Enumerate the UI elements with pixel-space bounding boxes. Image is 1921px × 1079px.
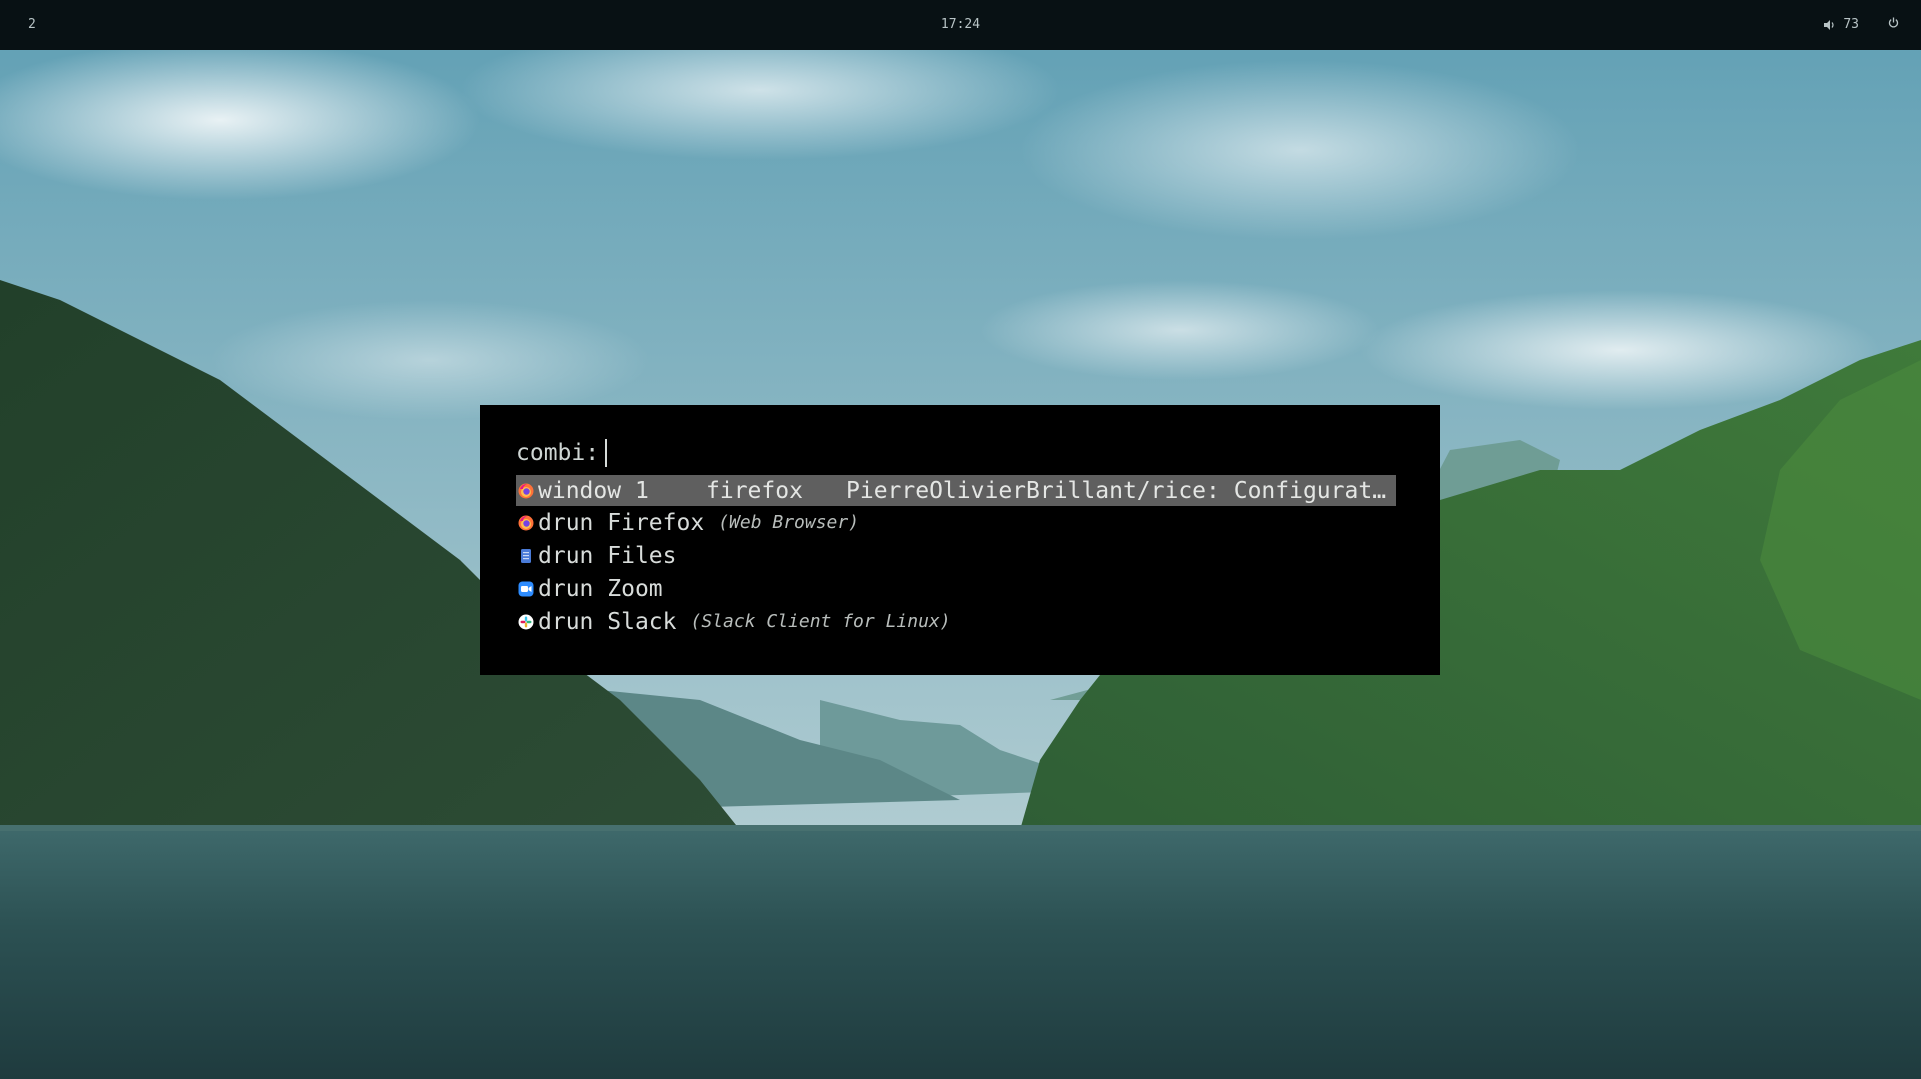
- entry-mode: drun: [538, 575, 594, 602]
- zoom-icon: [518, 581, 534, 596]
- speaker-icon: [1824, 19, 1835, 30]
- entry-mode: drun: [538, 509, 594, 536]
- entry-name: Files: [607, 542, 677, 569]
- list-item[interactable]: drun Firefox (Web Browser): [516, 506, 1396, 539]
- files-icon: [521, 548, 531, 563]
- list-item[interactable]: drun Zoom: [516, 572, 1396, 605]
- search-input[interactable]: [613, 438, 914, 468]
- firefox-icon: [518, 483, 534, 498]
- firefox-icon: [518, 515, 534, 530]
- entry-title: PierreOlivierBrillant/rice: Configurat…: [846, 477, 1387, 504]
- top-bar: 2 17:24 73: [0, 0, 1921, 50]
- entry-comment: (Slack Client for Linux): [690, 611, 951, 632]
- desktop: 2 17:24 73 combi: window 1 firefox Pierr…: [0, 0, 1921, 1079]
- entry-mode-number: window 1: [538, 477, 649, 504]
- entry-name: Firefox: [607, 509, 705, 536]
- entry-name: Zoom: [607, 575, 663, 602]
- list-item[interactable]: drun Files: [516, 539, 1396, 572]
- launcher-window: combi: window 1 firefox PierreOlivierBrill…: [480, 405, 1440, 675]
- prompt-label: combi:: [516, 440, 600, 466]
- entry-comment: (Web Browser): [718, 512, 860, 533]
- power-icon[interactable]: [1888, 17, 1899, 28]
- list-item[interactable]: drun Slack (Slack Client for Linux): [516, 605, 1396, 638]
- volume-level: 73: [1843, 17, 1859, 32]
- slack-icon: [518, 614, 534, 629]
- entry-app: firefox: [706, 477, 803, 504]
- entry-name: Slack: [607, 608, 677, 635]
- clock: 17:24: [940, 17, 981, 32]
- prompt-row: combi:: [516, 435, 1440, 471]
- list-item[interactable]: window 1 firefox PierreOlivierBrillant/ric…: [516, 475, 1396, 506]
- entry-mode: drun: [538, 542, 594, 569]
- results-list: window 1 firefox PierreOlivierBrillant/ric…: [516, 475, 1396, 638]
- text-cursor: [605, 439, 608, 467]
- entry-mode: drun: [538, 608, 594, 635]
- volume-control[interactable]: 73: [1824, 17, 1859, 32]
